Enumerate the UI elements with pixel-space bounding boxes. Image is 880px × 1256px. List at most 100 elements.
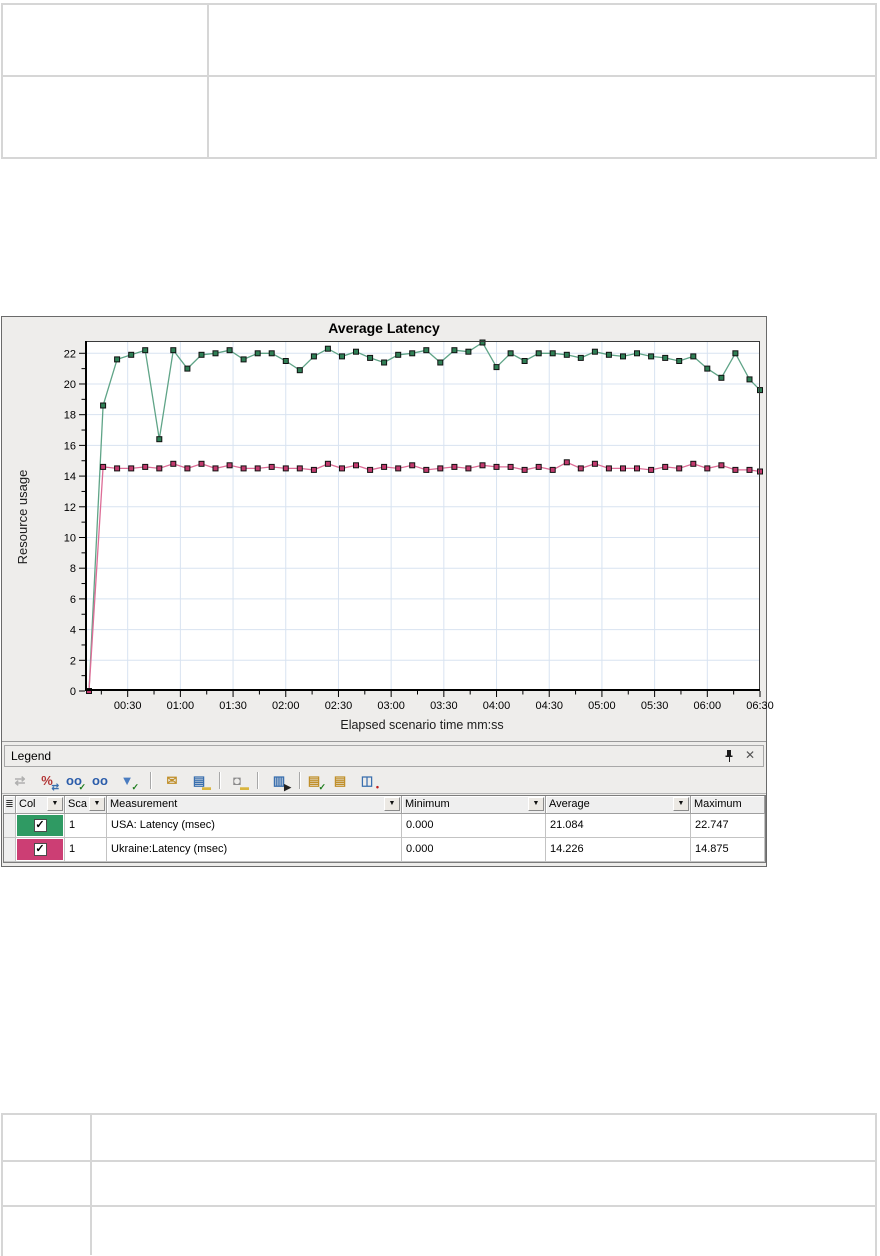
legend-table-header: ≣ Col ▼ Sca ▼ Measurement ▼ Minimum ▼ Average ▼ Max…	[4, 796, 765, 814]
series-marker-usa	[339, 353, 345, 360]
ruler-icon[interactable]: ▤	[329, 772, 351, 790]
table-row	[3, 75, 875, 157]
series-marker-usa	[128, 351, 135, 358]
columns-pointer-icon[interactable]: ▥ ▶	[268, 772, 291, 792]
series-line-ukraine	[88, 461, 761, 692]
measurement-cell: USA: Latency (msec)	[107, 814, 402, 838]
table-row	[3, 5, 875, 75]
column-header-col[interactable]: Col ▼	[16, 796, 65, 814]
gray-arrows-icon[interactable]: ⇄	[9, 772, 31, 790]
y-tick-label: 20	[64, 379, 76, 391]
scale-cell: 1	[65, 814, 107, 838]
y-tick-label: 6	[70, 594, 76, 606]
y-tick-label: 22	[64, 348, 76, 360]
series-marker-usa	[395, 351, 402, 358]
column-header-label: Col	[19, 798, 36, 810]
series-marker-ukraine	[268, 463, 275, 470]
column-header-average[interactable]: Average ▼	[546, 796, 691, 814]
envelope-icon[interactable]: ✉	[161, 772, 183, 790]
series-marker-usa	[240, 356, 247, 363]
row-selector-header[interactable]: ≣	[4, 796, 16, 814]
series-marker-ukraine	[324, 460, 331, 467]
series-visibility-checkbox[interactable]: ✓	[33, 819, 47, 832]
minimum-cell: 0.000	[402, 814, 546, 838]
series-marker-ukraine	[423, 466, 430, 473]
color-swatch-cell: ✓	[16, 838, 65, 862]
series-marker-ukraine	[310, 466, 317, 473]
glasses-icon[interactable]: oo	[89, 772, 111, 790]
series-marker-ukraine	[535, 463, 542, 470]
page-ruler-icon[interactable]: ▤ ▬	[188, 772, 211, 792]
series-marker-usa	[184, 365, 191, 372]
percent-arrows-icon[interactable]: % ⇄	[36, 772, 59, 792]
series-marker-ukraine	[198, 460, 205, 467]
series-marker-usa	[268, 350, 275, 357]
table-cell	[3, 1207, 90, 1255]
series-marker-ukraine	[142, 463, 149, 470]
column-header-label: Minimum	[405, 798, 450, 810]
series-marker-usa	[198, 351, 205, 358]
column-header-maximum[interactable]: Maximum	[691, 796, 765, 814]
series-marker-usa	[324, 345, 331, 352]
series-marker-usa	[507, 350, 514, 357]
series-color-swatch: ✓	[17, 815, 63, 836]
column-filter-dropdown[interactable]: ▼	[89, 797, 105, 811]
grid-settings-icon-badge: •	[375, 782, 379, 792]
filter-check-icon[interactable]: ▼ ✓	[116, 772, 139, 792]
column-filter-dropdown[interactable]: ▼	[384, 797, 400, 811]
latency-chart[interactable]: 0 2 4 6 8 10 12 14 16 18 20 22 00:30 01:00 01:30 02:00 0…	[64, 339, 774, 712]
x-tick-label: 02:00	[272, 700, 300, 712]
legend-toolbar: ⇄ % ⇄ oo ✓ oo ▼ ✓ ✉ ▤ ▬ ◘ ▬ ▥ ▶ ▤ ✓ ▤ ◫ •	[2, 769, 766, 794]
x-tick-label: 04:00	[483, 700, 511, 712]
series-color-swatch: ✓	[17, 839, 63, 860]
column-filter-dropdown[interactable]: ▼	[528, 797, 544, 811]
series-marker-ukraine	[184, 465, 191, 472]
chart-plot-area[interactable]: 0 2 4 6 8 10 12 14 16 18 20 22 00:30 01:00 01:30 02:00 0…	[64, 339, 774, 712]
page-ruler-icon-badge: ▬	[202, 782, 211, 792]
y-tick-label: 4	[70, 625, 76, 637]
series-marker-ukraine	[563, 459, 570, 466]
bottom-table	[1, 1113, 877, 1256]
glasses-check-icon[interactable]: oo ✓	[63, 772, 86, 792]
series-marker-ukraine	[479, 462, 486, 469]
series-marker-usa	[704, 365, 711, 372]
camera-icon[interactable]: ◘ ▬	[226, 772, 249, 792]
series-visibility-checkbox[interactable]: ✓	[33, 843, 47, 856]
measurement-row-ukraine[interactable]: ✓ 1 Ukraine:Latency (msec) 0.000 14.226 14.87…	[4, 838, 765, 862]
column-header-minimum[interactable]: Minimum ▼	[402, 796, 546, 814]
series-marker-ukraine	[507, 463, 514, 470]
series-marker-usa	[409, 350, 416, 357]
column-filter-dropdown[interactable]: ▼	[47, 797, 63, 811]
series-marker-usa	[254, 350, 261, 357]
row-selector[interactable]	[4, 838, 16, 862]
filter-check-icon-badge: ✓	[131, 782, 139, 792]
x-tick-label: 03:00	[377, 700, 405, 712]
column-filter-dropdown[interactable]: ▼	[673, 797, 689, 811]
series-marker-ukraine	[339, 465, 345, 472]
ruler-check-icon[interactable]: ▤ ✓	[303, 772, 326, 792]
color-swatch-cell: ✓	[16, 814, 65, 838]
row-selector[interactable]	[4, 814, 16, 838]
pin-icon[interactable]	[723, 749, 735, 763]
series-marker-usa	[156, 436, 163, 443]
measurement-row-usa[interactable]: ✓ 1 USA: Latency (msec) 0.000 21.084 22.747	[4, 814, 765, 838]
series-marker-usa	[100, 402, 107, 409]
series-marker-ukraine	[746, 466, 753, 473]
series-marker-usa	[521, 358, 528, 364]
column-header-measurement[interactable]: Measurement ▼	[107, 796, 402, 814]
series-marker-ukraine	[704, 465, 711, 472]
table-cell	[90, 1162, 875, 1205]
x-tick-label: 04:30	[535, 700, 563, 712]
table-cell	[207, 77, 875, 157]
close-icon[interactable]: ✕	[743, 748, 757, 762]
average-cell: 14.226	[546, 838, 691, 862]
series-marker-usa	[282, 358, 289, 364]
list-icon: ≣	[5, 799, 14, 810]
minimum-cell: 0.000	[402, 838, 546, 862]
table-cell	[90, 1207, 875, 1255]
average-cell: 21.084	[546, 814, 691, 838]
series-marker-usa	[353, 348, 359, 355]
column-header-sca[interactable]: Sca ▼	[65, 796, 107, 814]
series-marker-usa	[114, 356, 121, 363]
grid-settings-icon[interactable]: ◫ •	[356, 772, 379, 792]
